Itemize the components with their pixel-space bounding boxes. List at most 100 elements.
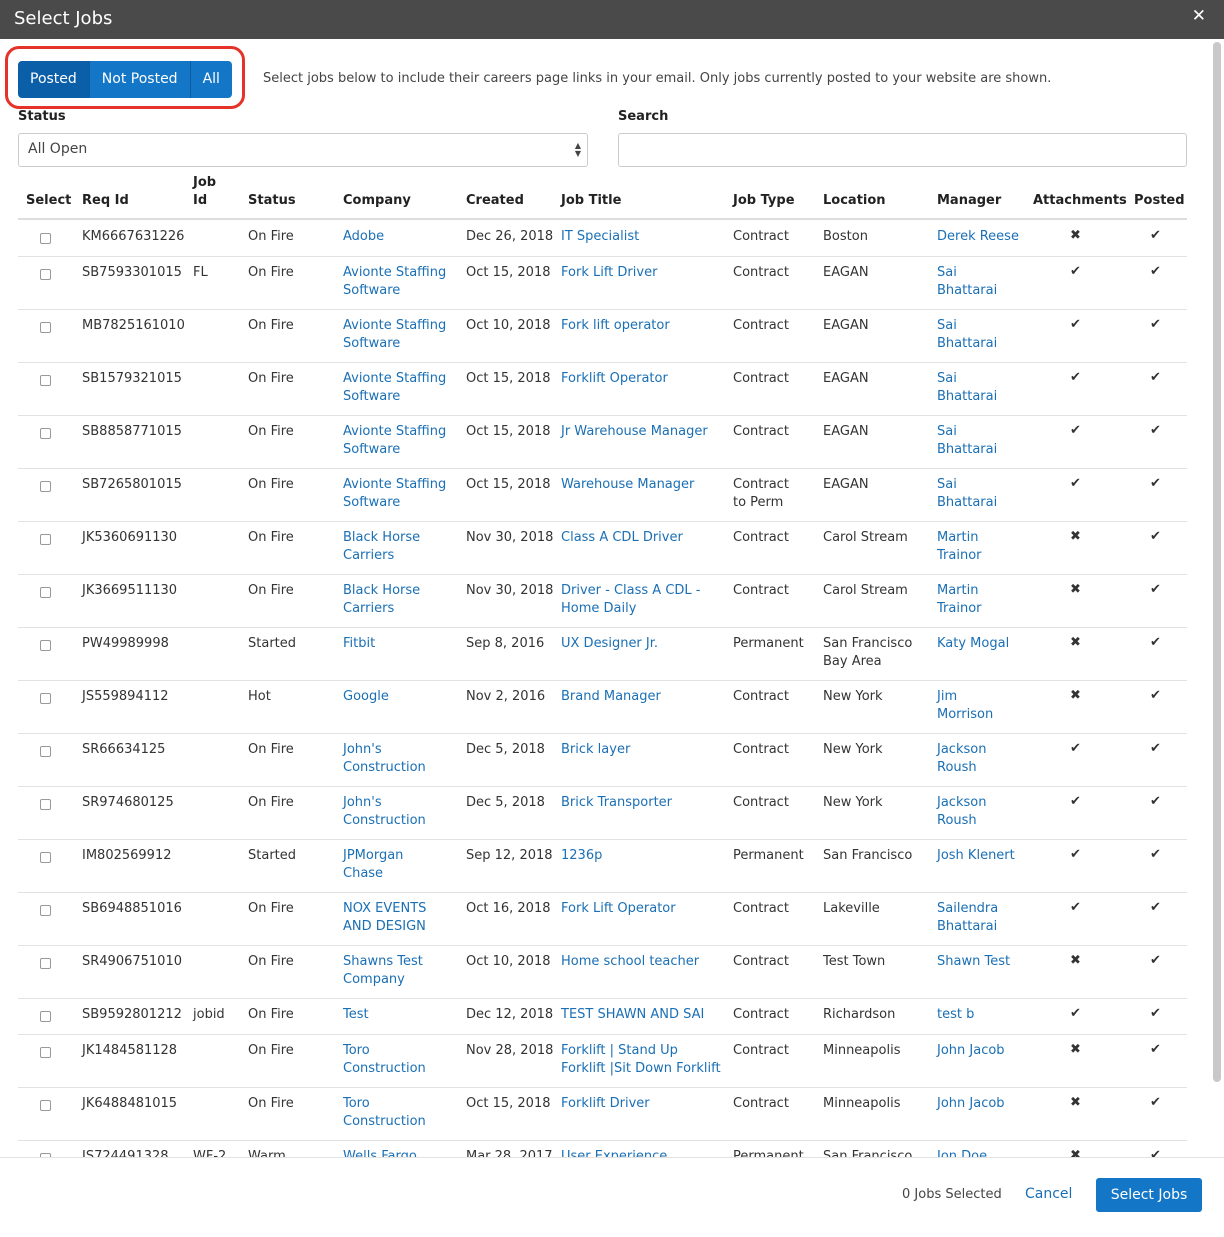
table-row[interactable]: SR974680125 On Fire John's Construction Dec … — [18, 786, 1187, 840]
row-select-checkbox[interactable] — [40, 693, 51, 704]
job-title-link[interactable]: TEST SHAWN AND SAI — [561, 1006, 704, 1024]
job-title-link[interactable]: Forklift | Stand Up — [561, 1042, 678, 1060]
row-select-checkbox[interactable] — [40, 1011, 51, 1022]
company-link[interactable]: Google — [343, 688, 389, 706]
company-link[interactable]: Construction — [343, 1060, 426, 1078]
row-select-checkbox[interactable] — [40, 587, 51, 598]
tab-not-posted[interactable]: Not Posted — [89, 61, 191, 98]
row-select-checkbox[interactable] — [40, 640, 51, 651]
manager-link[interactable]: Sailendra — [937, 900, 998, 918]
company-link[interactable]: Carriers — [343, 547, 394, 565]
manager-link[interactable]: Bhattarai — [937, 441, 997, 459]
manager-link[interactable]: Roush — [937, 759, 977, 777]
job-title-link[interactable]: Class A CDL Driver — [561, 529, 683, 547]
table-row[interactable]: PW49989998 Started Fitbit Sep 8, 2016 UX Des… — [18, 627, 1187, 681]
company-link[interactable]: Software — [343, 335, 400, 353]
manager-link[interactable]: Sai — [937, 423, 957, 441]
row-select-checkbox[interactable] — [40, 746, 51, 757]
manager-link[interactable]: John Jacob — [937, 1095, 1005, 1113]
table-row[interactable]: JK1484581128 On Fire Toro Construction Nov 2… — [18, 1034, 1187, 1088]
job-title-link[interactable]: Home Daily — [561, 600, 636, 618]
search-input[interactable] — [618, 133, 1187, 167]
manager-link[interactable]: Bhattarai — [937, 388, 997, 406]
manager-link[interactable]: Bhattarai — [937, 282, 997, 300]
row-select-checkbox[interactable] — [40, 1100, 51, 1111]
company-link[interactable]: John's — [343, 741, 382, 759]
job-title-link[interactable]: Warehouse Manager — [561, 476, 694, 494]
row-select-checkbox[interactable] — [40, 428, 51, 439]
company-link[interactable]: Avionte Staffing — [343, 423, 446, 441]
manager-link[interactable]: Jackson — [937, 794, 986, 812]
manager-link[interactable]: Katy Mogal — [937, 635, 1009, 653]
job-title-link[interactable]: Fork Lift Driver — [561, 264, 657, 282]
manager-link[interactable]: Martin — [937, 582, 978, 600]
job-title-link[interactable]: Brand Manager — [561, 688, 661, 706]
manager-link[interactable]: Jim — [937, 688, 957, 706]
manager-link[interactable]: Sai — [937, 370, 957, 388]
table-row[interactable]: SB7593301015 FL On Fire Avionte Staffing Sof… — [18, 256, 1187, 310]
company-link[interactable]: Chase — [343, 865, 383, 883]
job-title-link[interactable]: IT Specialist — [561, 228, 639, 246]
manager-link[interactable]: test b — [937, 1006, 974, 1024]
row-select-checkbox[interactable] — [40, 534, 51, 545]
job-title-link[interactable]: Brick Transporter — [561, 794, 672, 812]
job-title-link[interactable]: Fork lift operator — [561, 317, 670, 335]
row-select-checkbox[interactable] — [40, 375, 51, 386]
company-link[interactable]: Adobe — [343, 228, 384, 246]
company-link[interactable]: AND DESIGN — [343, 918, 426, 936]
row-select-checkbox[interactable] — [40, 233, 51, 244]
company-link[interactable]: JPMorgan — [343, 847, 403, 865]
manager-link[interactable]: Shawn Test — [937, 953, 1010, 971]
status-select[interactable]: All Open ▲ ▼ — [18, 133, 588, 167]
table-row[interactable]: IM802569912 Started JPMorgan Chase Sep 12, 2… — [18, 839, 1187, 893]
manager-link[interactable]: John Jacob — [937, 1042, 1005, 1060]
manager-link[interactable]: Morrison — [937, 706, 993, 724]
select-jobs-button[interactable]: Select Jobs — [1096, 1178, 1202, 1212]
row-select-checkbox[interactable] — [40, 905, 51, 916]
manager-link[interactable]: Trainor — [937, 547, 982, 565]
company-link[interactable]: Toro — [343, 1095, 370, 1113]
row-select-checkbox[interactable] — [40, 958, 51, 969]
scrollbar[interactable] — [1213, 42, 1221, 1082]
manager-link[interactable]: Derek Reese — [937, 228, 1019, 246]
tab-posted[interactable]: Posted — [18, 61, 90, 98]
company-link[interactable]: John's — [343, 794, 382, 812]
manager-link[interactable]: Sai — [937, 264, 957, 282]
company-link[interactable]: Toro — [343, 1042, 370, 1060]
company-link[interactable]: Avionte Staffing — [343, 476, 446, 494]
row-select-checkbox[interactable] — [40, 1047, 51, 1058]
manager-link[interactable]: Bhattarai — [937, 494, 997, 512]
manager-link[interactable]: Bhattarai — [937, 335, 997, 353]
manager-link[interactable]: Bhattarai — [937, 918, 997, 936]
company-link[interactable]: Construction — [343, 812, 426, 830]
company-link[interactable]: Carriers — [343, 600, 394, 618]
row-select-checkbox[interactable] — [40, 799, 51, 810]
close-icon[interactable]: ✕ — [1192, 6, 1206, 26]
company-link[interactable]: Test — [343, 1006, 369, 1024]
company-link[interactable]: Avionte Staffing — [343, 264, 446, 282]
manager-link[interactable]: Roush — [937, 812, 977, 830]
table-row[interactable]: JS559894112 Hot Google Nov 2, 2016 Brand Man… — [18, 680, 1187, 734]
company-link[interactable]: Black Horse — [343, 529, 420, 547]
job-title-link[interactable]: Home school teacher — [561, 953, 699, 971]
company-link[interactable]: Avionte Staffing — [343, 317, 446, 335]
cancel-button[interactable]: Cancel — [1025, 1186, 1072, 1202]
manager-link[interactable]: Trainor — [937, 600, 982, 618]
table-row[interactable]: SB6948851016 On Fire NOX EVENTS AND DESIGN O… — [18, 892, 1187, 946]
manager-link[interactable]: Jackson — [937, 741, 986, 759]
job-title-link[interactable]: Forklift |Sit Down Forklift — [561, 1060, 721, 1078]
manager-link[interactable]: Sai — [937, 476, 957, 494]
job-title-link[interactable]: 1236p — [561, 847, 602, 865]
job-title-link[interactable]: Driver - Class A CDL - — [561, 582, 700, 600]
manager-link[interactable]: Josh Klenert — [937, 847, 1015, 865]
job-title-link[interactable]: UX Designer Jr. — [561, 635, 658, 653]
company-link[interactable]: NOX EVENTS — [343, 900, 426, 918]
table-row[interactable]: SB9592801212 jobid On Fire Test Dec 12, 2018… — [18, 998, 1187, 1035]
tab-all[interactable]: All — [190, 61, 232, 98]
company-link[interactable]: Software — [343, 282, 400, 300]
table-row[interactable]: SB8858771015 On Fire Avionte Staffing Softw… — [18, 415, 1187, 469]
company-link[interactable]: Construction — [343, 759, 426, 777]
table-row[interactable]: MB7825161010 On Fire Avionte Staffing Softw… — [18, 309, 1187, 363]
company-link[interactable]: Software — [343, 494, 400, 512]
company-link[interactable]: Black Horse — [343, 582, 420, 600]
